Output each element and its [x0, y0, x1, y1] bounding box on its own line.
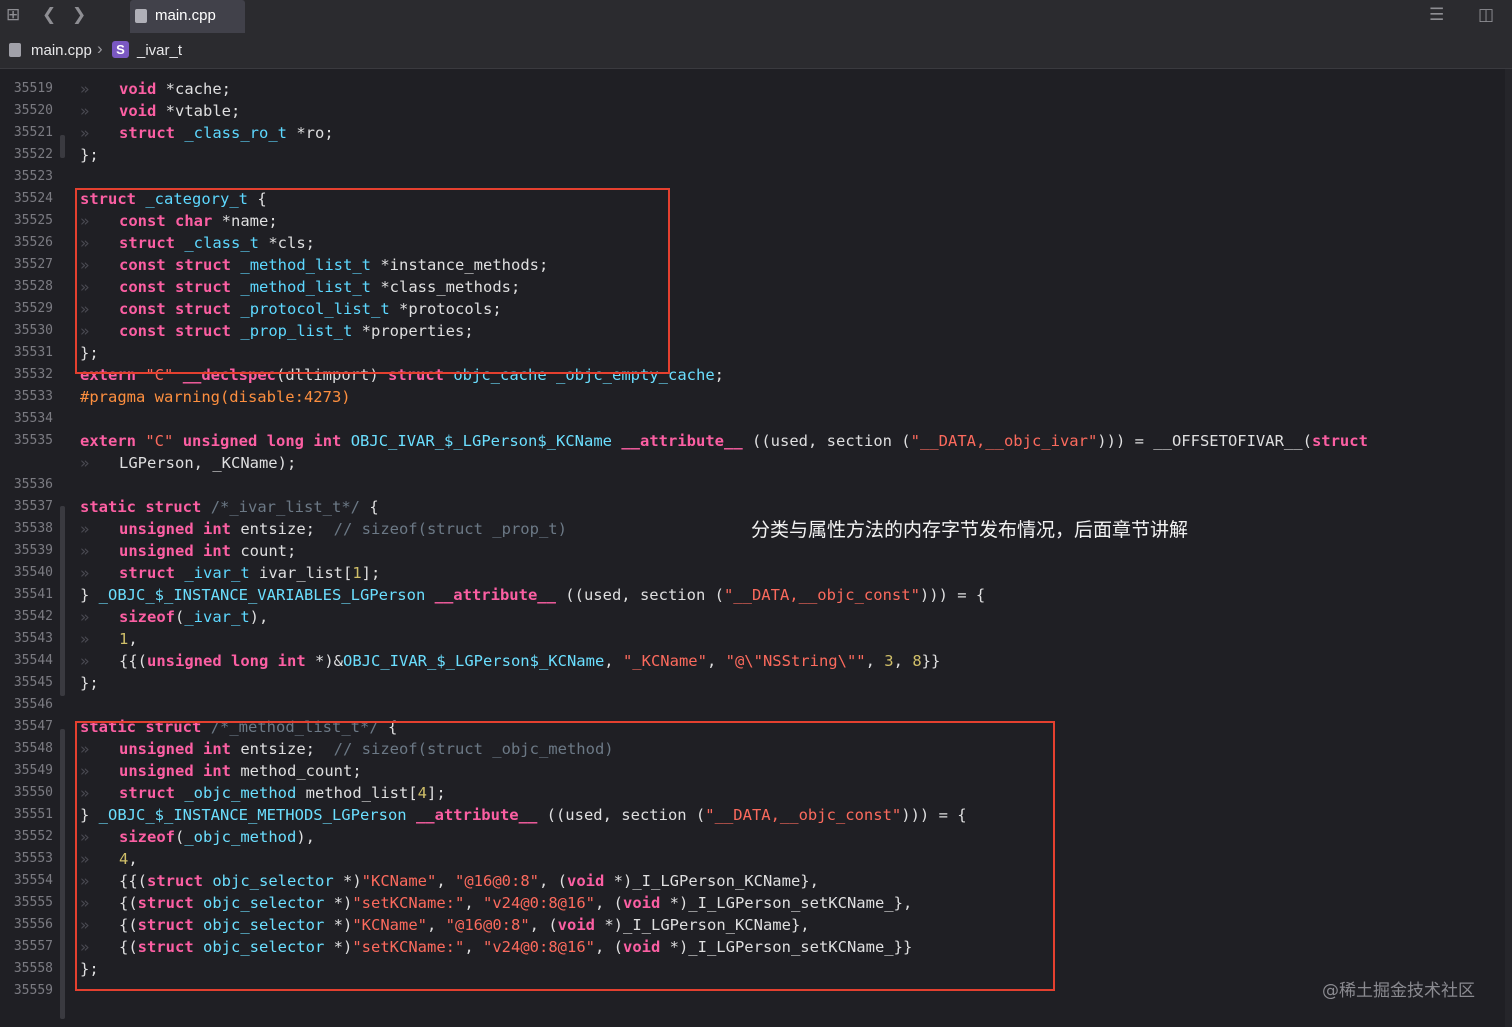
line-number: 35544 — [13, 653, 53, 668]
tab-marker: » — [80, 608, 90, 626]
code-text: unsigned int entsize; // sizeof(struct _… — [119, 520, 567, 538]
line-number: 35546 — [13, 697, 53, 712]
struct-symbol-icon: S — [112, 41, 129, 58]
line-number: 35551 — [13, 807, 53, 822]
code-text: struct _class_ro_t *ro; — [119, 124, 334, 142]
line-number: 35539 — [13, 543, 53, 558]
line-number: 35557 — [13, 939, 53, 954]
fold-ribbon[interactable] — [60, 506, 65, 696]
breadcrumb-symbol[interactable]: _ivar_t — [137, 42, 182, 59]
line-number: 35553 — [13, 851, 53, 866]
line-number: 35542 — [13, 609, 53, 624]
code-text: 1, — [119, 630, 138, 648]
tab-marker: » — [80, 652, 90, 670]
line-number: 35556 — [13, 917, 53, 932]
chevron-right-icon: › — [97, 39, 103, 58]
line-number: 35531 — [13, 345, 53, 360]
fold-ribbon[interactable] — [60, 135, 65, 158]
tab-marker: » — [80, 520, 90, 538]
forward-arrow-icon[interactable]: ❯ — [72, 5, 86, 25]
annotation-text: 分类与属性方法的内存字节发布情况，后面章节讲解 — [751, 519, 1189, 541]
line-number: 35543 — [13, 631, 53, 646]
line-number: 35522 — [13, 147, 53, 162]
highlight-box-category — [75, 188, 670, 374]
tab-main-cpp[interactable]: main.cpp — [130, 0, 245, 33]
line-number: 35555 — [13, 895, 53, 910]
line-number: 35523 — [13, 169, 53, 184]
code-text: #pragma warning(disable:4273) — [80, 388, 351, 406]
code-text: LGPerson, _KCName); — [119, 454, 297, 472]
editor-options-icon[interactable]: ☰ — [1429, 5, 1444, 25]
line-number: 35532 — [13, 367, 53, 382]
tab-marker: » — [80, 564, 90, 582]
add-editor-icon[interactable]: ◫ — [1478, 5, 1494, 25]
code-text: }; — [80, 146, 99, 164]
code-text: struct _ivar_t ivar_list[1]; — [119, 564, 381, 582]
code-text: }; — [80, 674, 99, 692]
code-text: void *vtable; — [119, 102, 241, 120]
line-number: 35540 — [13, 565, 53, 580]
line-number: 35526 — [13, 235, 53, 250]
line-number: 35530 — [13, 323, 53, 338]
line-number: 35537 — [13, 499, 53, 514]
line-number: 35548 — [13, 741, 53, 756]
grid-icon[interactable]: ⊞ — [6, 5, 20, 25]
jump-bar: main.cpp › S _ivar_t — [0, 33, 1512, 69]
tab-marker: » — [80, 124, 90, 142]
line-number: 35533 — [13, 389, 53, 404]
line-number: 35558 — [13, 961, 53, 976]
line-number: 35550 — [13, 785, 53, 800]
line-number: 35538 — [13, 521, 53, 536]
tab-label: main.cpp — [155, 7, 216, 24]
cpp-file-icon — [135, 9, 147, 23]
cpp-file-icon — [9, 43, 21, 57]
code-text: unsigned int count; — [119, 542, 297, 560]
highlight-box-method-list — [75, 721, 1055, 991]
tab-bar: ⊞ ❮ ❯ main.cpp ☰ ◫ — [0, 0, 1512, 34]
line-number: 35536 — [13, 477, 53, 492]
line-number: 35525 — [13, 213, 53, 228]
line-number: 35541 — [13, 587, 53, 602]
line-number: 35520 — [13, 103, 53, 118]
line-number: 35524 — [13, 191, 53, 206]
line-number: 35552 — [13, 829, 53, 844]
code-editor[interactable]: 35519 » void *cache; 35520 » void *vtable; 355… — [0, 69, 1512, 1027]
code-text: void *cache; — [119, 80, 231, 98]
tab-marker: » — [80, 102, 90, 120]
line-number: 35547 — [13, 719, 53, 734]
breadcrumb-file[interactable]: main.cpp — [31, 42, 92, 59]
code-text: {{(unsigned long int *)&OBJC_IVAR_$_LGPe… — [119, 652, 941, 670]
line-number: 35554 — [13, 873, 53, 888]
line-number: 35528 — [13, 279, 53, 294]
watermark: @稀土掘金技术社区 — [1322, 981, 1475, 1001]
line-number: 35529 — [13, 301, 53, 316]
fold-ribbon[interactable] — [60, 729, 65, 1019]
line-number: 35545 — [13, 675, 53, 690]
code-text: sizeof(_ivar_t), — [119, 608, 269, 626]
line-number: 35535 — [13, 433, 53, 448]
tab-marker: » — [80, 630, 90, 648]
tab-marker: » — [80, 454, 90, 472]
code-text: } _OBJC_$_INSTANCE_VARIABLES_LGPerson __… — [80, 586, 986, 604]
code-text: extern "C" unsigned long int OBJC_IVAR_$… — [80, 432, 1368, 450]
line-number: 35559 — [13, 983, 53, 998]
line-number: 35527 — [13, 257, 53, 272]
code-text: static struct /*_ivar_list_t*/ { — [80, 498, 379, 516]
line-number: 35519 — [13, 81, 53, 96]
line-number: 35521 — [13, 125, 53, 140]
back-arrow-icon[interactable]: ❮ — [42, 5, 56, 25]
tab-marker: » — [80, 542, 90, 560]
tab-marker: » — [80, 80, 90, 98]
scrollbar[interactable] — [1505, 69, 1512, 1027]
line-number: 35549 — [13, 763, 53, 778]
line-number: 35534 — [13, 411, 53, 426]
